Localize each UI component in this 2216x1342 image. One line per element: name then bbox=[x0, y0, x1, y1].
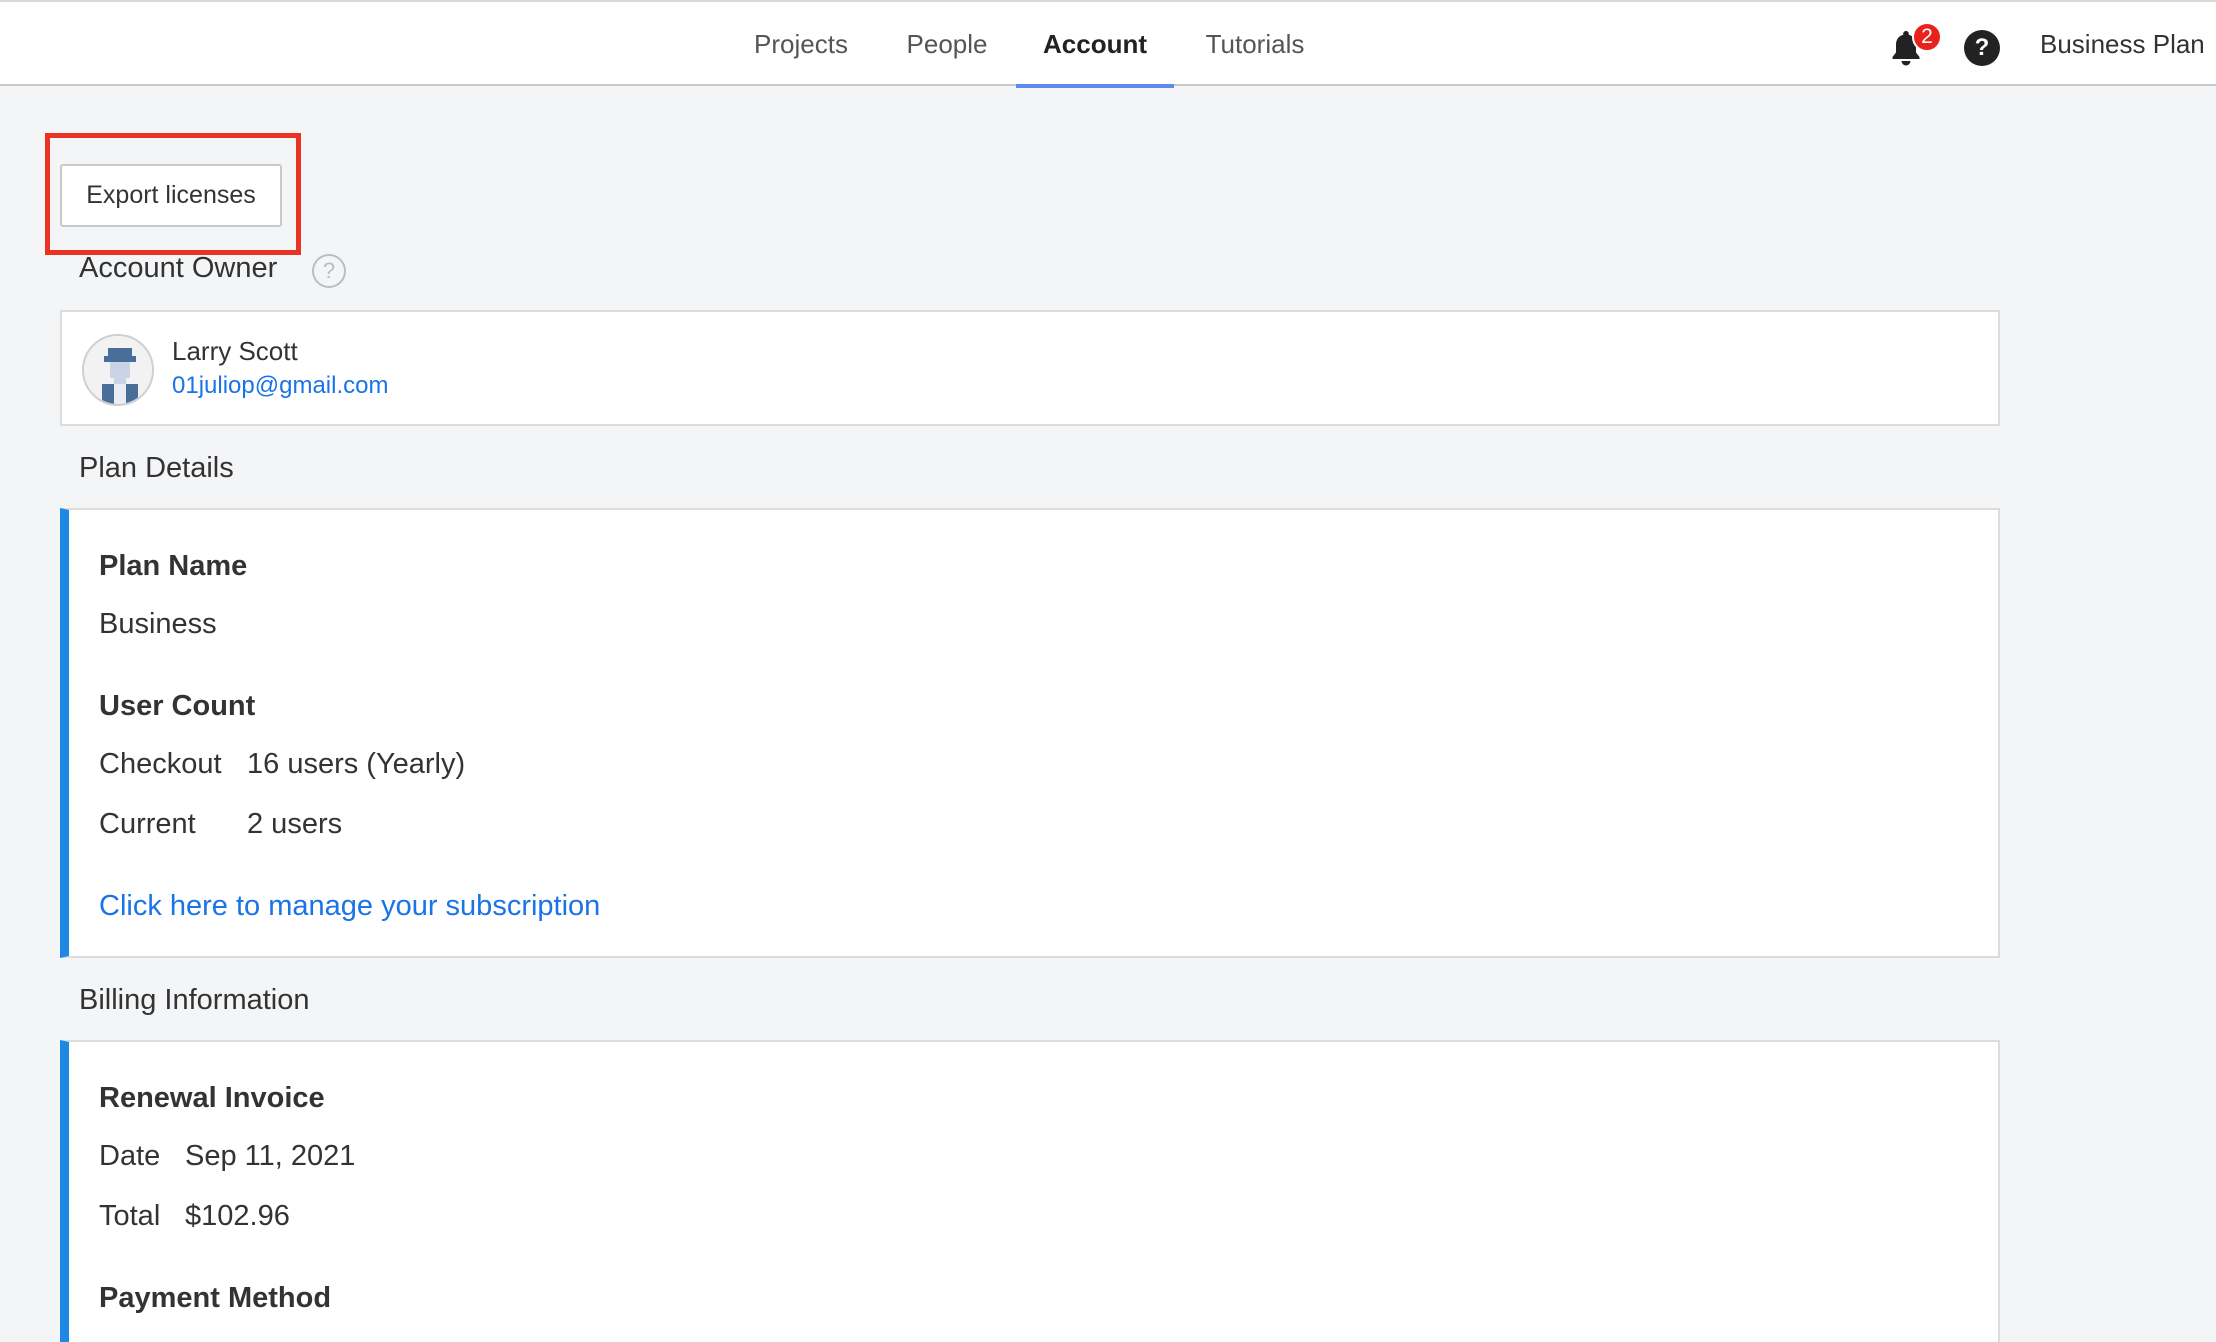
help-icon[interactable]: ? bbox=[1964, 30, 2000, 66]
billing-info-card: Renewal Invoice Date Sep 11, 2021 Total … bbox=[60, 1040, 2000, 1342]
question-icon[interactable]: ? bbox=[312, 254, 346, 288]
current-label: Current bbox=[99, 808, 196, 840]
plan-name-label: Plan Name bbox=[99, 550, 248, 582]
plan-name-value: Business bbox=[99, 608, 217, 640]
avatar bbox=[82, 334, 154, 406]
nav-tabs: Projects People Account Tutorials bbox=[0, 2, 2216, 88]
checkout-label: Checkout bbox=[99, 748, 222, 780]
current-value: 2 users bbox=[247, 808, 343, 840]
export-licenses-button[interactable]: Export licenses bbox=[60, 164, 282, 227]
payment-method-label: Payment Method bbox=[99, 1282, 332, 1314]
date-label: Date bbox=[99, 1140, 161, 1172]
user-count-label: User Count bbox=[99, 690, 256, 722]
top-nav: Projects People Account Tutorials 2 ? Bu… bbox=[0, 0, 2216, 88]
renewal-invoice-label: Renewal Invoice bbox=[99, 1082, 325, 1114]
tab-projects[interactable]: Projects bbox=[738, 2, 864, 86]
tab-people[interactable]: People bbox=[888, 2, 1006, 86]
account-owner-title: Account Owner bbox=[79, 252, 278, 284]
plan-details-title: Plan Details bbox=[79, 452, 234, 484]
account-owner-card: Larry Scott 01juliop@gmail.com bbox=[60, 310, 2000, 426]
manage-subscription-link[interactable]: Click here to manage your subscription bbox=[99, 890, 600, 923]
tab-account[interactable]: Account bbox=[1016, 2, 1174, 88]
billing-info-title: Billing Information bbox=[79, 984, 310, 1016]
owner-name: Larry Scott bbox=[172, 336, 298, 366]
plan-details-card: Plan Name Business User Count Checkout 1… bbox=[60, 508, 2000, 958]
plan-menu[interactable]: Business Plan bbox=[2040, 2, 2205, 86]
total-value: $102.96 bbox=[185, 1200, 290, 1232]
notification-badge: 2 bbox=[1912, 22, 1942, 52]
owner-email-link[interactable]: 01juliop@gmail.com bbox=[172, 372, 388, 400]
date-value: Sep 11, 2021 bbox=[185, 1140, 356, 1172]
total-label: Total bbox=[99, 1200, 161, 1232]
checkout-value: 16 users (Yearly) bbox=[247, 748, 466, 780]
tab-tutorials[interactable]: Tutorials bbox=[1190, 2, 1320, 86]
